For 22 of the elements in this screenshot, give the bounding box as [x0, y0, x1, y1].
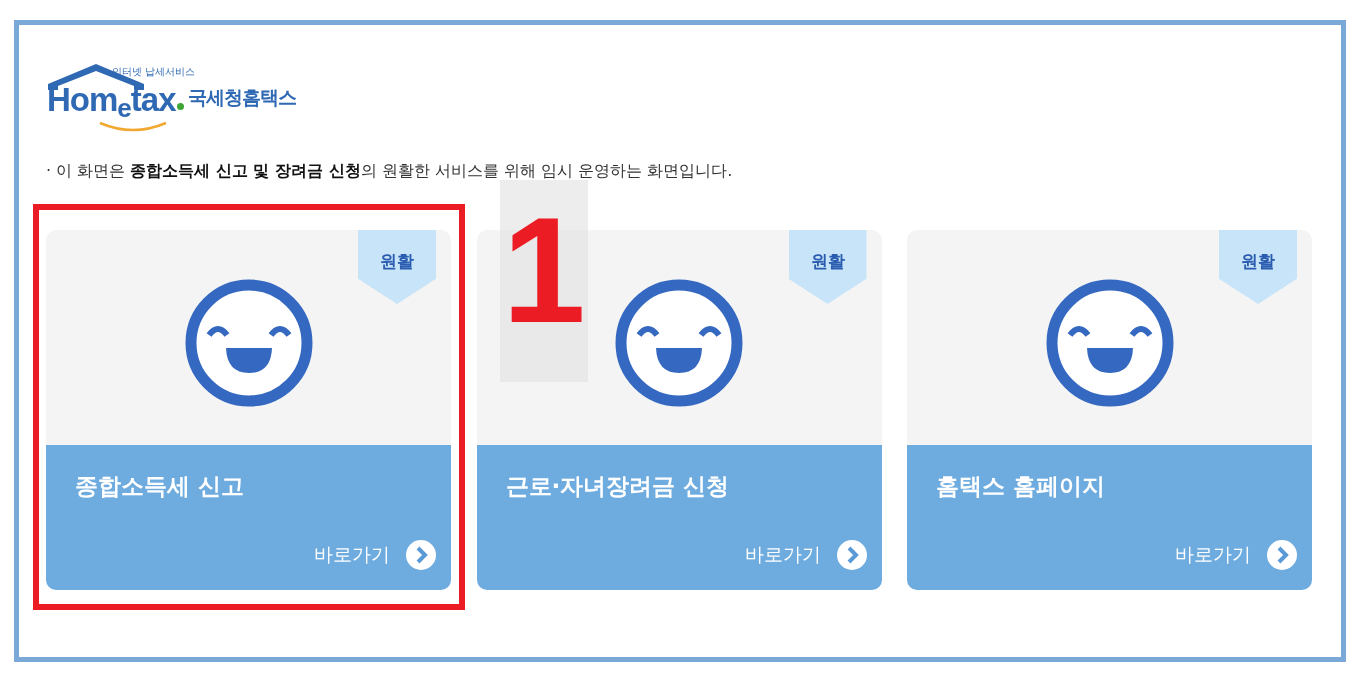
smiley-icon [615, 278, 743, 407]
smiley-icon [184, 278, 313, 407]
chevron-circle-icon[interactable] [406, 540, 436, 570]
chevron-circle-icon[interactable] [1267, 540, 1297, 570]
dot-icon [176, 103, 184, 110]
card-title: 근로·자녀장려금 신청 [505, 472, 731, 501]
logo-tagline: 인터넷 납세서비스 [112, 65, 196, 79]
swoosh-icon [98, 121, 168, 133]
status-badge: 원활 [358, 230, 436, 304]
card-title: 홈택스 홈페이지 [936, 472, 1106, 501]
logo-wordmark: Hom$_{e}$tax [47, 84, 176, 116]
status-badge: 원활 [788, 230, 867, 304]
go-link[interactable]: 바로가기 [744, 542, 821, 568]
step-marker: 1 [500, 180, 588, 382]
notice-text: · 이 화면은 종합소득세 신고 및 장려금 신청의 원활한 서비스를 위해 임시 운영하는 화면입니다. [46, 160, 734, 182]
card-title: 종합소득세 신고 [75, 472, 245, 501]
logo-name: 국세청홈택스 [187, 85, 296, 110]
go-link[interactable]: 바로가기 [1175, 542, 1251, 568]
smiley-icon [1045, 278, 1174, 407]
go-link[interactable]: 바로가기 [314, 542, 390, 568]
status-badge: 원활 [1219, 230, 1297, 304]
chevron-circle-icon[interactable] [836, 540, 867, 570]
